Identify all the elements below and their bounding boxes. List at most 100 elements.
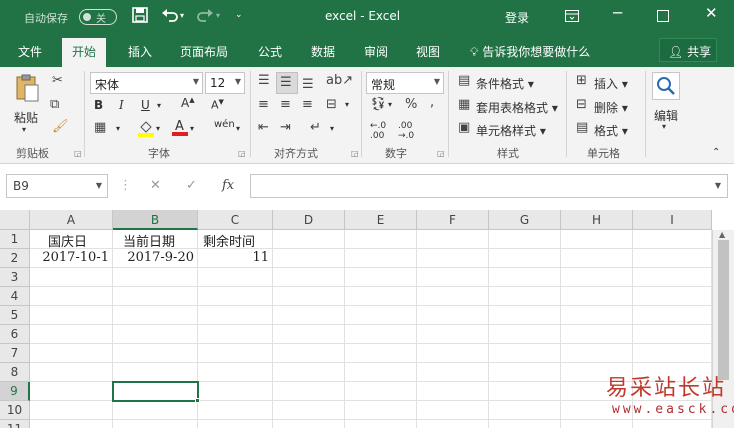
paste-label[interactable]: 粘贴 [14, 109, 38, 126]
column-header-i[interactable]: I [633, 210, 712, 230]
row-header-4[interactable]: 4 [0, 287, 30, 306]
top-align-icon[interactable]: ☰ [258, 73, 270, 88]
borders-icon[interactable]: ▦ [94, 120, 106, 135]
grid-cell[interactable] [30, 268, 113, 287]
grid-cell[interactable] [561, 344, 633, 363]
grid-cell[interactable] [345, 230, 417, 249]
grid-cell[interactable] [561, 325, 633, 344]
column-header-b[interactable]: B [113, 210, 198, 230]
font-color-dropdown-icon[interactable]: ▾ [190, 124, 194, 133]
grid-cell[interactable] [273, 268, 345, 287]
row-header-5[interactable]: 5 [0, 306, 30, 325]
column-header-g[interactable]: G [489, 210, 561, 230]
grid-cell[interactable] [30, 382, 113, 401]
undo-dropdown-icon[interactable]: ▾ [180, 11, 184, 20]
grid-cell[interactable] [489, 382, 561, 401]
grid-cell[interactable] [489, 363, 561, 382]
grid-cell[interactable] [417, 382, 489, 401]
cell-styles-button[interactable]: 单元格样式 ▾ [476, 122, 546, 139]
formula-input[interactable]: ▼ [250, 174, 728, 198]
column-header-f[interactable]: F [417, 210, 489, 230]
tab-data[interactable]: 数据 [311, 43, 335, 60]
column-header-h[interactable]: H [561, 210, 633, 230]
comma-style-icon[interactable]: , [430, 95, 434, 110]
grid-cell[interactable] [198, 268, 273, 287]
grid-cell[interactable] [273, 420, 345, 428]
grid-cell[interactable] [273, 344, 345, 363]
grid-cell[interactable] [273, 249, 345, 268]
grid-cell[interactable] [113, 268, 198, 287]
tell-me-box[interactable]: 💡︎ 告诉我你想要做什么 [470, 43, 590, 60]
grid-cell[interactable] [345, 420, 417, 428]
fill-color-dropdown-icon[interactable]: ▾ [156, 124, 160, 133]
grid-cell[interactable] [198, 382, 273, 401]
decrease-font-size-button[interactable]: A▼ [211, 98, 224, 112]
grid-cell[interactable] [417, 401, 489, 420]
grid-cell[interactable] [633, 249, 712, 268]
grid-cell[interactable] [273, 325, 345, 344]
row-header-1[interactable]: 1 [0, 230, 30, 249]
expand-formula-bar-icon[interactable]: ▼ [715, 181, 721, 190]
fill-handle[interactable] [195, 398, 200, 403]
grid-cell[interactable] [345, 344, 417, 363]
delete-cells-button[interactable]: 删除 ▾ [594, 99, 628, 116]
grid-cell[interactable] [345, 401, 417, 420]
merge-center-icon[interactable]: ⊟ [326, 97, 337, 112]
format-painter-icon[interactable]: 🖌︎ [52, 119, 69, 134]
cell-b1[interactable]: 当前日期 [113, 230, 198, 250]
search-icon[interactable] [652, 72, 680, 100]
login-link[interactable]: 登录 [505, 9, 529, 26]
grid-cell[interactable] [561, 287, 633, 306]
insert-cells-button[interactable]: 插入 ▾ [594, 75, 628, 92]
grid-cell[interactable] [113, 306, 198, 325]
grid-cell[interactable] [30, 344, 113, 363]
grid-cell[interactable] [198, 344, 273, 363]
grid-cell[interactable] [633, 230, 712, 249]
redo-icon[interactable] [196, 7, 214, 27]
decrease-decimal-icon[interactable]: .00 →.0 [398, 121, 414, 141]
tab-home[interactable]: 开始 [62, 38, 107, 67]
grid-cell[interactable] [489, 344, 561, 363]
grid-cell[interactable] [489, 420, 561, 428]
grid-cell[interactable] [113, 325, 198, 344]
grid-cell[interactable] [489, 306, 561, 325]
grid-cell[interactable] [417, 325, 489, 344]
grid-cell[interactable] [198, 306, 273, 325]
minimize-icon[interactable]: ─ [613, 4, 622, 22]
scrollbar-thumb[interactable] [718, 240, 729, 380]
font-size-combo[interactable]: 12 ▼ [205, 72, 245, 94]
grid-cell[interactable] [489, 249, 561, 268]
undo-icon[interactable] [161, 7, 179, 27]
row-header-10[interactable]: 10 [0, 401, 30, 420]
number-format-combo[interactable]: 常规 ▼ [366, 72, 444, 94]
column-header-d[interactable]: D [273, 210, 345, 230]
borders-dropdown-icon[interactable]: ▾ [116, 124, 120, 133]
grid-cell[interactable] [30, 325, 113, 344]
row-header-7[interactable]: 7 [0, 344, 30, 363]
grid-cell[interactable] [561, 249, 633, 268]
redo-dropdown-icon[interactable]: ▾ [216, 11, 220, 20]
currency-dropdown-icon[interactable]: ▾ [388, 100, 392, 109]
grid-cell[interactable] [113, 344, 198, 363]
grid-cell[interactable] [417, 344, 489, 363]
tab-review[interactable]: 审阅 [364, 43, 388, 60]
paste-icon[interactable] [14, 73, 40, 109]
grid-cell[interactable] [561, 268, 633, 287]
align-right-icon[interactable]: ≡ [302, 97, 313, 112]
row-header-3[interactable]: 3 [0, 268, 30, 287]
column-header-a[interactable]: A [30, 210, 113, 230]
grid-cell[interactable] [633, 287, 712, 306]
grid-cell[interactable] [489, 325, 561, 344]
grid-cell[interactable] [345, 363, 417, 382]
clipboard-launcher-icon[interactable]: ◲ [74, 149, 82, 158]
middle-align-icon[interactable]: ☰ [280, 75, 292, 90]
grid-cell[interactable] [345, 268, 417, 287]
tab-formulas[interactable]: 公式 [258, 43, 282, 60]
autosave-toggle[interactable]: 关 [79, 9, 117, 25]
grid-cell[interactable] [113, 287, 198, 306]
grid-cell[interactable] [198, 401, 273, 420]
grid-cell[interactable] [273, 230, 345, 249]
alignment-launcher-icon[interactable]: ◲ [351, 149, 359, 158]
customize-toolbar-icon[interactable]: ⌄ [235, 10, 243, 20]
align-center-icon[interactable]: ≡ [280, 97, 291, 112]
